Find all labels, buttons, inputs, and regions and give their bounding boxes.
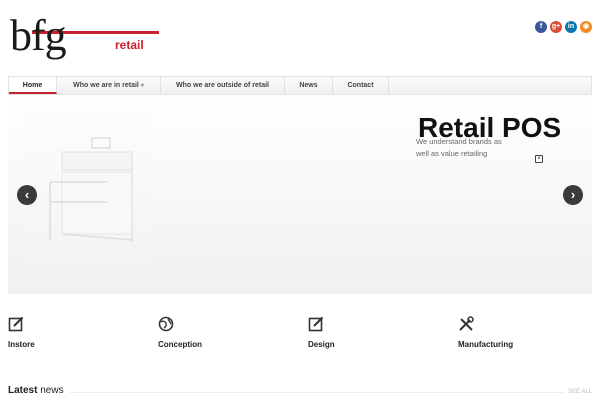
- hero-slider: Retail POS We understand brands as well …: [8, 96, 592, 294]
- pos-display-stand-image: [49, 137, 133, 242]
- logo-wordmark: bfg: [10, 11, 67, 60]
- nav-item-label: Who we are in retail: [73, 82, 139, 89]
- slider-next-button[interactable]: ›: [563, 185, 583, 205]
- latest-news-heading-bold: Latest: [8, 385, 38, 396]
- nav-item-news[interactable]: News: [285, 77, 333, 94]
- feature-design[interactable]: Design: [308, 316, 335, 349]
- facebook-icon[interactable]: f: [535, 21, 547, 33]
- nav-item-label: News: [299, 82, 318, 89]
- logo-subtitle: retail: [115, 38, 144, 52]
- nav-item-label: Who we are outside of retail: [176, 82, 269, 89]
- nav-item-label: Home: [22, 82, 43, 89]
- feature-instore[interactable]: Instore: [8, 316, 35, 349]
- feature-label: Design: [308, 340, 335, 349]
- chevron-down-icon: ▾: [140, 83, 144, 89]
- feature-label: Instore: [8, 340, 35, 349]
- tools-icon: [459, 316, 474, 331]
- globe-icon: [158, 316, 174, 332]
- feature-manufacturing[interactable]: Manufacturing: [458, 316, 513, 349]
- nav-item-label: Contact: [347, 82, 374, 89]
- google-plus-icon[interactable]: g+: [550, 21, 562, 33]
- edit-icon: [8, 316, 24, 332]
- slider-prev-button[interactable]: ‹: [17, 185, 37, 205]
- feature-label: Conception: [158, 340, 202, 349]
- close-icon[interactable]: ×: [535, 155, 543, 163]
- nav-item-who-we-are-in-retail[interactable]: Who we are in retail ▾: [57, 77, 161, 94]
- latest-news-heading-rest: news: [37, 385, 64, 396]
- linkedin-icon[interactable]: in: [565, 21, 577, 33]
- latest-news-heading: Latest news: [8, 385, 64, 396]
- feature-label: Manufacturing: [458, 340, 514, 349]
- main-nav: Home Who we are in retail ▾ Who we are o…: [8, 76, 592, 95]
- see-all-link[interactable]: SEE ALL: [568, 389, 592, 395]
- social-links: f g+ in ◉: [535, 21, 592, 33]
- nav-item-home[interactable]: Home: [9, 77, 57, 94]
- divider: [70, 392, 564, 393]
- nav-item-contact[interactable]: Contact: [333, 77, 389, 94]
- nav-item-who-we-are-outside-of-retail[interactable]: Who we are outside of retail: [161, 77, 285, 94]
- site-logo[interactable]: bfg retail: [10, 11, 159, 66]
- edit-icon: [308, 316, 324, 332]
- slide-subtitle: We understand brands as well as value re…: [416, 137, 502, 158]
- feature-conception[interactable]: Conception: [158, 316, 202, 349]
- rss-icon[interactable]: ◉: [580, 21, 592, 33]
